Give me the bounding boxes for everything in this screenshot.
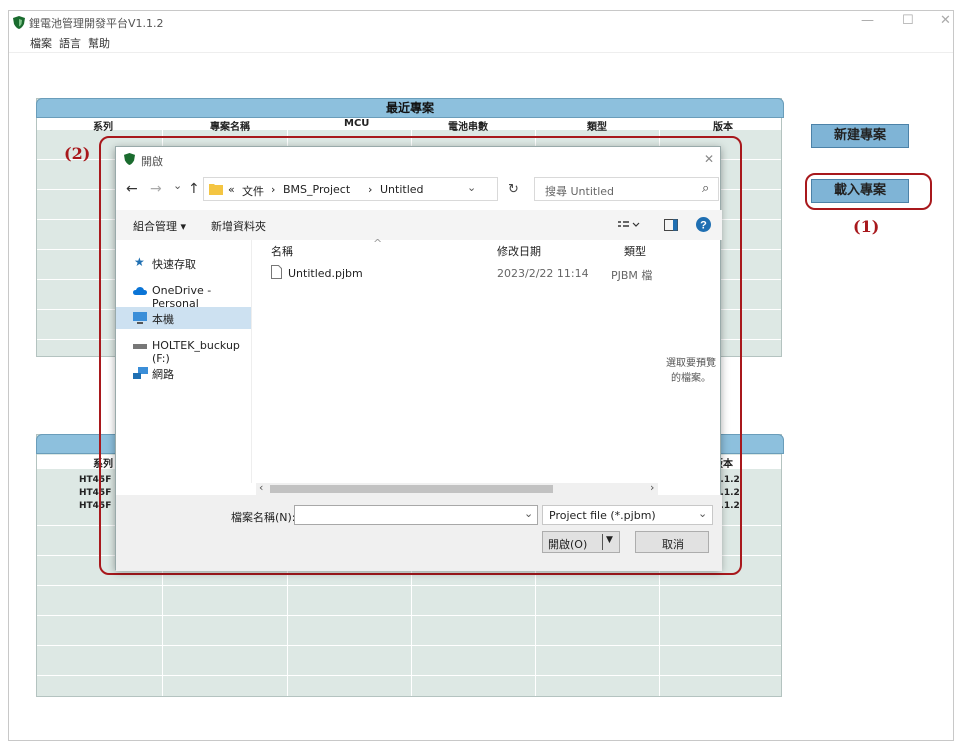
col-name-header[interactable]: 名稱: [271, 243, 293, 259]
command-bar: 組合管理 ▾ 新增資料夾 ?: [116, 210, 722, 240]
shield-icon: [124, 153, 135, 165]
chevron-down-icon: ⌄: [698, 507, 708, 520]
split-divider: [602, 534, 603, 550]
file-icon: [271, 265, 282, 279]
breadcrumb-bms-project[interactable]: BMS_Project: [283, 183, 350, 196]
cancel-button[interactable]: 取消: [635, 531, 709, 553]
breadcrumb-separator: ›: [271, 183, 276, 196]
col-version: 版本: [713, 122, 733, 133]
col-project-name: 專案名稱: [210, 122, 250, 133]
annotation-label-2: (2): [64, 144, 91, 163]
preview-pane: 選取要預覽 的檔案。: [661, 354, 721, 384]
file-modified: 2023/2/22 11:14: [497, 267, 589, 280]
preview-pane-icon[interactable]: [664, 219, 678, 231]
nav-this-pc[interactable]: 本機: [116, 307, 251, 329]
scroll-right-arrow[interactable]: ›: [650, 481, 654, 494]
scroll-thumb[interactable]: [270, 485, 553, 493]
file-type-select[interactable]: Project file (*.pjbm) ⌄: [542, 505, 713, 525]
up-button[interactable]: ↑: [188, 181, 200, 197]
col-type: 類型: [587, 122, 607, 133]
recent-projects-title: 最近專案: [36, 98, 784, 118]
app-title: 鋰電池管理開發平台V1.1.2: [29, 17, 164, 30]
cancel-button-label: 取消: [662, 538, 684, 551]
close-button[interactable]: ✕: [940, 13, 951, 28]
scroll-left-arrow[interactable]: ‹: [259, 481, 263, 494]
pane-divider: [251, 240, 252, 483]
breadcrumb-overflow[interactable]: «: [228, 183, 235, 196]
search-input[interactable]: 搜尋 Untitled: [545, 183, 614, 199]
menu-help[interactable]: 幫助: [88, 35, 110, 51]
menu-bar: 檔案 語言 幫助: [9, 33, 953, 53]
open-options-icon[interactable]: ▼: [606, 535, 613, 545]
nav-onedrive[interactable]: OneDrive - Personal: [116, 280, 251, 310]
view-options-icon[interactable]: [618, 220, 640, 230]
col-series: 系列: [93, 122, 113, 133]
preview-text: 的檔案。: [671, 373, 711, 384]
preview-text: 選取要預覽: [666, 358, 716, 369]
folder-icon: [209, 184, 223, 195]
breadcrumb-separator: ›: [368, 183, 373, 196]
cloud-icon: [133, 287, 147, 295]
filename-dropdown-icon[interactable]: ⌄: [524, 507, 533, 520]
address-dropdown[interactable]: ⌄: [467, 181, 476, 194]
nav-label: 快速存取: [152, 258, 196, 271]
drive-icon: [133, 344, 147, 349]
file-type: PJBM 檔: [611, 269, 653, 282]
search-icon: ⌕: [702, 181, 710, 196]
menu-file[interactable]: 檔案: [30, 35, 52, 51]
forward-button[interactable]: →: [150, 181, 162, 197]
filename-label: 檔案名稱(N):: [231, 511, 296, 524]
maximize-button[interactable]: ☐: [902, 13, 914, 28]
col-modified-header[interactable]: 修改日期: [497, 243, 541, 259]
title-bar: 鋰電池管理開發平台V1.1.2 — ☐ ✕: [9, 11, 953, 33]
nav-quick-access[interactable]: ★ 快速存取: [116, 252, 251, 274]
sort-arrow-icon: ^: [373, 237, 383, 250]
open-button[interactable]: 開啟(O) ▼: [542, 531, 620, 553]
recent-locations-button[interactable]: ⌄: [173, 179, 182, 192]
address-bar[interactable]: « 文件 › BMS_Project › Untitled ⌄: [203, 177, 498, 201]
network-icon: [133, 367, 148, 379]
file-list: 名稱 ^ 修改日期 類型 Untitled.pjbm 2023/2/22 11:…: [256, 237, 658, 483]
col-cell-count: 電池串數: [448, 122, 488, 133]
new-folder-button[interactable]: 新增資料夾: [211, 218, 266, 234]
shield-icon: [13, 16, 25, 29]
recent-columns: 系列 專案名稱 MCU 電池串數 類型 版本: [37, 118, 781, 133]
file-row[interactable]: Untitled.pjbm 2023/2/22 11:14 PJBM 檔: [256, 263, 658, 283]
dialog-close-button[interactable]: ✕: [704, 152, 714, 166]
load-highlight-box: [805, 173, 932, 210]
open-button-label: 開啟(O): [548, 538, 588, 551]
annotation-label-1: (1): [853, 217, 880, 236]
filename-input[interactable]: ⌄: [294, 505, 538, 525]
breadcrumb-untitled[interactable]: Untitled: [380, 183, 424, 196]
svg-text:?: ?: [700, 220, 707, 232]
nav-label: 網路: [152, 368, 174, 381]
nav-label: 本機: [152, 313, 174, 326]
nav-network[interactable]: 網路: [116, 362, 251, 384]
organize-button[interactable]: 組合管理 ▾: [133, 218, 186, 234]
dialog-footer: 檔案名稱(N): ⌄ Project file (*.pjbm) ⌄ 開啟(O)…: [116, 495, 722, 571]
open-file-dialog: 開啟 ✕ ← → ⌄ ↑ « 文件 › BMS_Project › Untitl…: [115, 146, 722, 571]
refresh-button[interactable]: ↻: [508, 182, 519, 197]
new-project-button[interactable]: 新建專案: [811, 124, 909, 148]
dialog-title: 開啟: [141, 155, 163, 168]
back-button[interactable]: ←: [126, 181, 138, 197]
menu-language[interactable]: 語言: [59, 35, 81, 51]
nav-holtek-drive[interactable]: HOLTEK_buckup (F:): [116, 335, 251, 365]
star-icon: ★: [134, 255, 145, 269]
breadcrumb-documents[interactable]: 文件: [242, 183, 264, 199]
file-type-value: Project file (*.pjbm): [549, 509, 656, 522]
col-type-header[interactable]: 類型: [624, 243, 646, 259]
minimize-button[interactable]: —: [861, 13, 874, 28]
help-icon[interactable]: ?: [696, 217, 711, 232]
computer-icon: [133, 312, 147, 324]
file-name: Untitled.pjbm: [288, 267, 363, 280]
search-box[interactable]: 搜尋 Untitled ⌕: [534, 177, 719, 201]
col-mcu: MCU: [344, 118, 370, 129]
navigation-pane: ★ 快速存取 OneDrive - Personal 本機 HOLTEK_buc…: [116, 240, 251, 495]
horizontal-scrollbar[interactable]: ‹ ›: [256, 481, 658, 495]
